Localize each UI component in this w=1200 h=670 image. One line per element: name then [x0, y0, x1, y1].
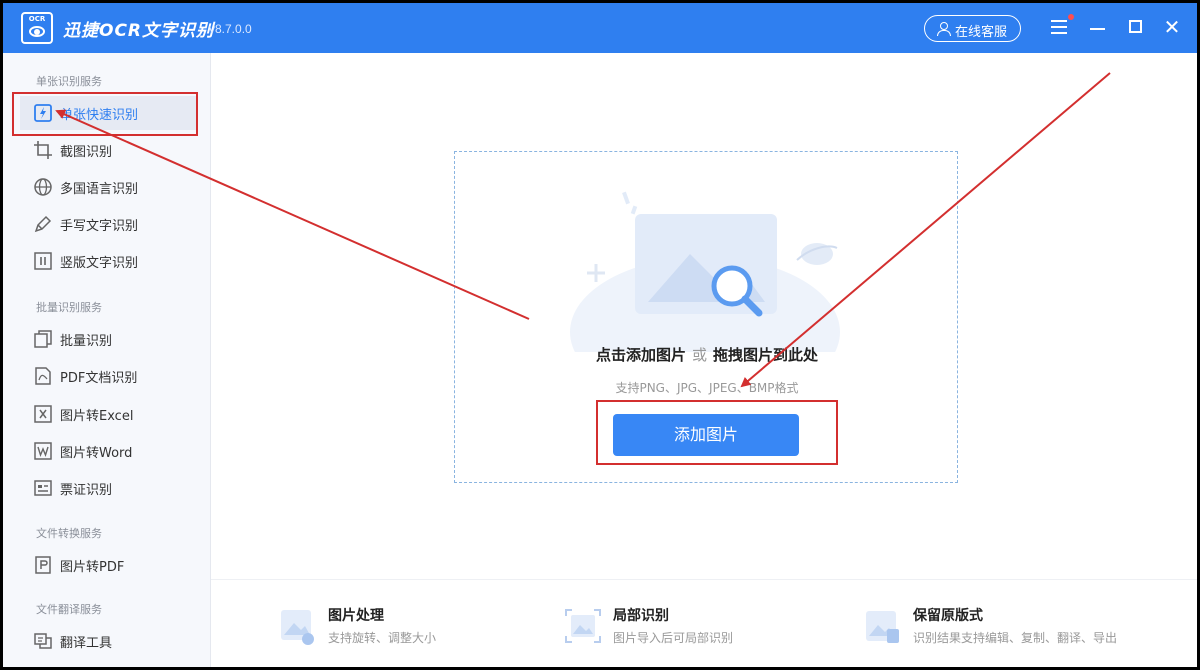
- online-service-button[interactable]: 在线客服: [924, 15, 1021, 42]
- keep-layout-icon: [866, 611, 899, 643]
- feature-title: 图片处理: [328, 608, 384, 624]
- sidebar-item-label: 多国语言识别: [60, 182, 139, 197]
- sidebar-item-image-to-pdf[interactable]: 图片转PDF: [20, 548, 196, 582]
- section-title-single: 单张识别服务: [36, 75, 102, 88]
- excel-icon: [34, 405, 52, 423]
- sidebar-item-label: PDF文档识别: [60, 371, 138, 386]
- annotation-highlight-box: [596, 400, 838, 465]
- section-title-translate: 文件翻译服务: [36, 603, 102, 616]
- ticket-icon: [34, 480, 52, 496]
- section-title-batch: 批量识别服务: [36, 301, 102, 314]
- crop-icon: [34, 141, 52, 159]
- person-icon: [937, 22, 951, 36]
- sidebar-item-screenshot[interactable]: 截图识别: [20, 133, 196, 167]
- close-icon[interactable]: ✕: [1162, 17, 1182, 37]
- online-service-label: 在线客服: [955, 25, 1008, 40]
- app-window: OCR 迅捷OCR文字识别 v8.7.0.0 在线客服 ✕ 单张识别服务 单张快…: [3, 3, 1197, 667]
- sidebar-item-multi-language[interactable]: 多国语言识别: [20, 170, 196, 204]
- sidebar-item-label: 批量识别: [60, 334, 113, 349]
- supported-formats: 支持PNG、JPG、JPEG、BMP格式: [615, 381, 799, 395]
- globe-icon: [34, 178, 52, 196]
- sidebar-item-label: 截图识别: [60, 145, 113, 160]
- feature-title: 局部识别: [613, 608, 669, 624]
- sidebar-item-label: 手写文字识别: [60, 219, 139, 234]
- menu-icon[interactable]: [1050, 14, 1074, 37]
- drop-title-or: 或: [691, 346, 707, 364]
- feature-desc: 支持旋转、调整大小: [328, 631, 437, 645]
- word-icon: [34, 442, 52, 460]
- feature-desc: 识别结果支持编辑、复制、翻译、导出: [913, 631, 1118, 645]
- translate-icon: [34, 633, 52, 649]
- minimize-icon[interactable]: [1088, 17, 1108, 37]
- sidebar-item-label: 图片转PDF: [60, 560, 125, 575]
- pdf-icon: [35, 367, 51, 385]
- app-title: 迅捷OCR文字识别: [63, 21, 215, 41]
- pdf-convert-icon: [35, 556, 51, 574]
- feature-title: 保留原版式: [913, 608, 983, 624]
- notification-dot: [1068, 14, 1074, 20]
- sidebar-item-excel[interactable]: 图片转Excel: [20, 397, 196, 431]
- image-process-icon: [281, 610, 314, 645]
- vertical-text-icon: [34, 252, 52, 270]
- sidebar-item-translate[interactable]: 翻译工具: [20, 624, 196, 658]
- drop-title-drag: 拖拽图片到此处: [713, 346, 819, 364]
- pen-icon: [34, 215, 52, 233]
- upload-illustration-icon: [570, 191, 840, 352]
- app-version: v8.7.0.0: [209, 22, 252, 36]
- sidebar-item-label: 图片转Word: [60, 446, 133, 461]
- sidebar-item-label: 翻译工具: [60, 636, 113, 651]
- logo-text: OCR: [28, 15, 46, 23]
- sidebar-item-label: 竖版文字识别: [60, 256, 139, 271]
- section-title-convert: 文件转换服务: [36, 527, 102, 540]
- divider: [211, 579, 1197, 580]
- drop-zone-title: 点击添加图片或拖拽图片到此处: [455, 344, 959, 365]
- feature-desc: 图片导入后可局部识别: [613, 631, 734, 645]
- drop-title-click: 点击添加图片: [595, 346, 686, 364]
- sidebar-item-ticket[interactable]: 票证识别: [20, 471, 196, 505]
- annotation-highlight-box: [12, 92, 198, 136]
- title-bar: OCR 迅捷OCR文字识别 v8.7.0.0 在线客服 ✕: [3, 3, 1197, 53]
- sidebar-item-batch[interactable]: 批量识别: [20, 322, 196, 356]
- sidebar: 单张识别服务 单张快速识别 截图识别 多国语言识别 手写文字识别 竖版文字识别 …: [3, 53, 211, 667]
- sidebar-item-vertical-text[interactable]: 竖版文字识别: [20, 244, 196, 278]
- partial-recognize-icon: [565, 609, 601, 643]
- sidebar-item-handwriting[interactable]: 手写文字识别: [20, 207, 196, 241]
- sidebar-item-pdf[interactable]: PDF文档识别: [20, 359, 196, 393]
- ocr-logo-icon: OCR: [21, 12, 53, 44]
- sidebar-item-label: 图片转Excel: [60, 409, 134, 424]
- batch-icon: [34, 330, 52, 348]
- sidebar-item-label: 票证识别: [60, 483, 113, 498]
- sidebar-item-word[interactable]: 图片转Word: [20, 434, 196, 468]
- maximize-icon[interactable]: [1126, 17, 1146, 37]
